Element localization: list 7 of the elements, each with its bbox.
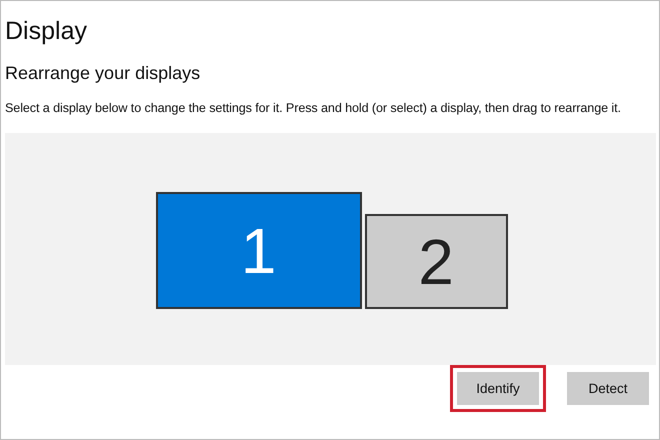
section-title: Rearrange your displays	[5, 62, 202, 85]
display-tile[interactable]: 2	[364, 214, 508, 309]
page-title: Display	[5, 16, 88, 47]
action-button[interactable]: Detect	[567, 372, 649, 405]
action-button[interactable]: Identify	[457, 372, 539, 405]
description-text: Select a display below to change the settings for it. Press and hold (or select) a display, then drag to rearrange it.	[5, 101, 622, 115]
display-tile[interactable]: 1	[156, 192, 362, 309]
